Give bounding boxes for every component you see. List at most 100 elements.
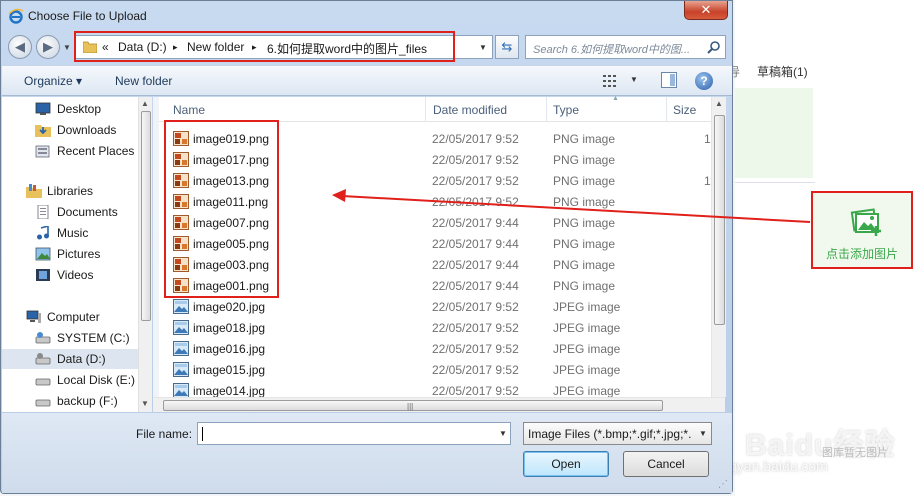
resize-grip-icon[interactable]: ⋰ [718,479,728,490]
file-name-input[interactable]: ▼ [197,422,511,445]
column-divider[interactable] [666,97,667,122]
search-box[interactable]: Search 6.如何提取word中的图... [525,35,726,59]
file-date: 22/05/2017 9:44 [432,279,519,293]
cancel-button[interactable]: Cancel [623,451,709,477]
close-button[interactable]: ✕ [684,1,728,20]
nav-label: Documents [57,205,118,219]
forward-button[interactable]: ▶ [36,35,60,59]
recent-places-icon [35,145,50,158]
preview-pane-icon[interactable] [661,72,677,88]
nav-item-desktop[interactable]: Desktop [2,99,138,119]
scroll-up-icon[interactable]: ▲ [715,99,723,108]
nav-item-system-c[interactable]: SYSTEM (C:) [2,328,138,348]
column-name[interactable]: Name [173,103,205,117]
horizontal-scroll-thumb[interactable]: ||| [163,400,663,411]
view-options-icon[interactable] [603,74,619,88]
column-date-modified[interactable]: Date modified [433,103,507,117]
title-bar[interactable]: Choose File to Upload ✕ [1,1,732,31]
scroll-down-icon[interactable]: ▼ [141,399,149,408]
nav-label: Local Disk (E:) [57,373,136,387]
nav-label: backup (F:) [57,394,118,408]
address-highlight-box [74,31,455,62]
file-row[interactable]: image018.jpg 22/05/2017 9:52 JPEG image [159,317,713,338]
nav-label: SYSTEM (C:) [57,331,130,345]
nav-item-libraries[interactable]: Libraries [2,181,138,201]
grip-icon: ||| [407,402,414,411]
nav-item-computer[interactable]: Computer [2,307,138,327]
recent-locations-dropdown[interactable]: ▼ [63,43,71,52]
text-caret [202,427,203,441]
computer-icon [26,310,41,323]
chevron-down-icon[interactable]: ▼ [699,429,707,438]
nav-item-local-disk-e[interactable]: Local Disk (E:) [2,370,138,390]
column-divider[interactable] [425,97,426,122]
nav-item-backup-f[interactable]: backup (F:) [2,391,138,411]
refresh-button[interactable]: ⇆ [495,35,519,59]
file-size: 1 [704,132,711,146]
documents-icon [37,205,49,219]
file-type-value: Image Files (*.bmp;*.gif;*.jpg;*. [528,427,692,441]
file-type-select[interactable]: Image Files (*.bmp;*.gif;*.jpg;*. ▼ [523,422,712,445]
file-date: 22/05/2017 9:52 [432,153,519,167]
new-folder-button[interactable]: New folder [115,74,172,88]
nav-label: Libraries [47,184,94,198]
file-type: JPEG image [553,363,621,377]
address-dropdown[interactable]: ▼ [479,43,487,52]
file-name: image020.jpg [193,300,266,314]
nav-label: Music [57,226,89,240]
dialog-title: Choose File to Upload [28,9,147,23]
jpg-file-icon [173,320,189,335]
file-date: 22/05/2017 9:52 [432,132,519,146]
file-row[interactable]: image016.jpg 22/05/2017 9:52 JPEG image [159,338,713,359]
nav-label: Recent Places [57,144,135,158]
search-input[interactable]: Search 6.如何提取word中的图... [533,41,703,57]
file-row[interactable]: image020.jpg 22/05/2017 9:52 JPEG image [159,296,713,317]
annotation-arrow [332,189,811,223]
nav-item-documents[interactable]: Documents [2,202,138,222]
open-button[interactable]: Open [523,451,609,477]
jpg-file-icon [173,383,189,398]
file-type: PNG image [553,258,616,272]
add-image-icon [850,208,881,236]
nav-item-pictures[interactable]: Pictures [2,244,138,264]
back-button[interactable]: ◀ [8,35,32,59]
jpg-file-icon [173,362,189,377]
background-image-area [735,88,813,178]
pictures-icon [35,247,51,261]
music-icon [37,226,49,240]
file-date: 22/05/2017 9:52 [432,321,519,335]
sort-arrow-icon: ▲ [612,95,619,102]
drive-icon [35,332,51,344]
drafts-link[interactable]: 草稿箱(1) [757,63,808,80]
organize-menu[interactable]: Organize ▾ [24,74,82,88]
nav-scrollbar[interactable]: ▲ ▼ [138,97,152,412]
nav-label: Downloads [57,123,117,137]
file-row[interactable]: image015.jpg 22/05/2017 9:52 JPEG image [159,359,713,380]
file-date: 22/05/2017 9:52 [432,363,519,377]
nav-item-music[interactable]: Music [2,223,138,243]
drive-icon [35,353,51,365]
jpg-file-icon [173,299,189,314]
nav-item-videos[interactable]: Videos [2,265,138,285]
search-icon[interactable] [707,40,721,54]
scroll-up-icon[interactable]: ▲ [141,99,149,108]
nav-label: Data (D:) [57,352,106,366]
horizontal-scrollbar[interactable]: ||| [153,397,725,412]
nav-scroll-thumb[interactable] [141,111,151,321]
nav-item-data-d[interactable]: Data (D:) [2,349,138,369]
arrow-right-icon: ▶ [43,39,53,54]
file-name-dropdown[interactable]: ▼ [499,429,507,438]
help-icon[interactable]: ? [695,72,713,90]
column-divider[interactable] [546,97,547,122]
downloads-icon [35,125,51,137]
column-size[interactable]: Size [673,103,696,117]
nav-item-downloads[interactable]: Downloads [2,120,138,140]
nav-label: Desktop [57,102,102,116]
view-dropdown[interactable]: ▼ [630,75,638,84]
nav-item-recent-places[interactable]: Recent Places [2,141,138,161]
desktop-icon [35,102,51,115]
add-image-button[interactable]: 点击添加图片 [811,191,913,269]
ie-icon [8,8,24,24]
column-type[interactable]: Type [553,103,579,117]
file-list-scrollbar[interactable]: ▲ [711,97,726,397]
